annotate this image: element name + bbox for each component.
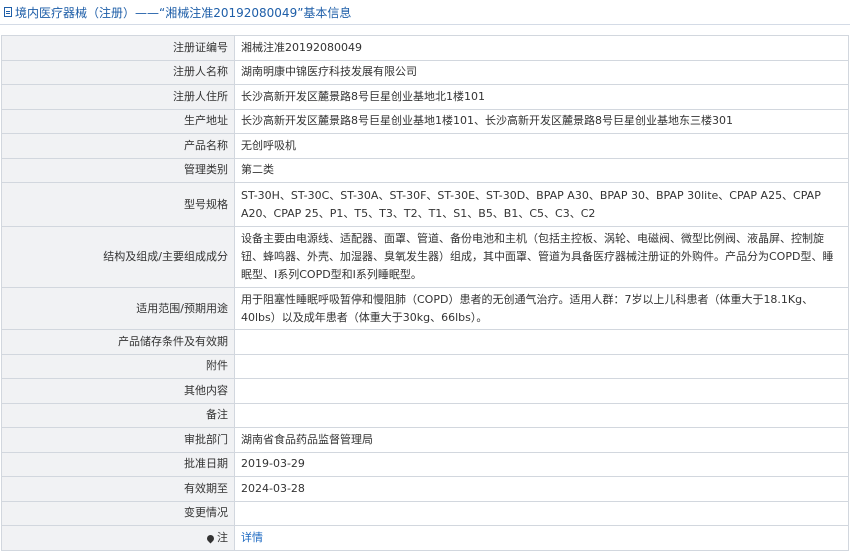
row-label: 生产地址 xyxy=(1,108,235,134)
row-value: 2019-03-29 xyxy=(234,451,849,477)
row-label: 注册人名称 xyxy=(1,59,235,85)
table-row: 管理类别 第二类 xyxy=(1,157,849,183)
row-value: 长沙高新开发区麓景路8号巨星创业基地1楼101、长沙高新开发区麓景路8号巨星创业… xyxy=(234,108,849,134)
table-row: 附件 xyxy=(1,353,849,379)
table-row: 注册证编号 湘械注准20192080049 xyxy=(1,35,849,61)
table-row: 注册人名称 湖南明康中锦医疗科技发展有限公司 xyxy=(1,59,849,85)
page-header: 境内医疗器械（注册）——“湘械注准20192080049”基本信息 xyxy=(0,0,850,25)
row-label: 备注 xyxy=(1,402,235,428)
table-row: 生产地址 长沙高新开发区麓景路8号巨星创业基地1楼101、长沙高新开发区麓景路8… xyxy=(1,108,849,134)
table-row: 备注 xyxy=(1,402,849,428)
row-value: 湘械注准20192080049 xyxy=(234,35,849,61)
table-row: 批准日期 2019-03-29 xyxy=(1,451,849,477)
document-icon xyxy=(4,7,12,17)
row-label: 产品名称 xyxy=(1,133,235,159)
row-value: 长沙高新开发区麓景路8号巨星创业基地北1楼101 xyxy=(234,84,849,110)
row-label: 变更情况 xyxy=(1,500,235,526)
table-row: 变更情况 xyxy=(1,500,849,526)
table-row: 产品名称 无创呼吸机 xyxy=(1,133,849,159)
table-row: 型号规格 ST-30H、ST-30C、ST-30A、ST-30F、ST-30E、… xyxy=(1,182,849,227)
row-label: 审批部门 xyxy=(1,427,235,453)
table-row: 注册人住所 长沙高新开发区麓景路8号巨星创业基地北1楼101 xyxy=(1,84,849,110)
row-label: 产品储存条件及有效期 xyxy=(1,329,235,355)
row-value xyxy=(234,500,849,526)
row-label: 批准日期 xyxy=(1,451,235,477)
row-value: 湖南明康中锦医疗科技发展有限公司 xyxy=(234,59,849,85)
table-row: 有效期至 2024-03-28 xyxy=(1,476,849,502)
row-value: 2024-03-28 xyxy=(234,476,849,502)
note-value-cell: 详情 xyxy=(234,525,849,551)
row-label: 附件 xyxy=(1,353,235,379)
row-label: 注册人住所 xyxy=(1,84,235,110)
row-value: 湖南省食品药品监督管理局 xyxy=(234,427,849,453)
pin-icon xyxy=(205,533,216,544)
row-value xyxy=(234,402,849,428)
row-value: 用于阻塞性睡眠呼吸暂停和慢阻肺（COPD）患者的无创通气治疗。适用人群：7岁以上… xyxy=(234,287,849,330)
table-row: 注 详情 xyxy=(1,525,849,551)
row-value: ST-30H、ST-30C、ST-30A、ST-30F、ST-30E、ST-30… xyxy=(234,182,849,227)
row-label: 型号规格 xyxy=(1,182,235,227)
row-value xyxy=(234,353,849,379)
row-label: 注册证编号 xyxy=(1,35,235,61)
info-table: 注册证编号 湘械注准20192080049 注册人名称 湖南明康中锦医疗科技发展… xyxy=(1,35,849,551)
row-label: 结构及组成/主要组成成分 xyxy=(1,226,235,288)
row-value xyxy=(234,329,849,355)
row-value: 无创呼吸机 xyxy=(234,133,849,159)
table-row: 适用范围/预期用途 用于阻塞性睡眠呼吸暂停和慢阻肺（COPD）患者的无创通气治疗… xyxy=(1,287,849,330)
row-label: 有效期至 xyxy=(1,476,235,502)
table-row: 审批部门 湖南省食品药品监督管理局 xyxy=(1,427,849,453)
table-row: 产品储存条件及有效期 xyxy=(1,329,849,355)
details-link[interactable]: 详情 xyxy=(241,531,263,544)
note-label: 注 xyxy=(217,530,228,544)
table-row: 结构及组成/主要组成成分 设备主要由电源线、适配器、面罩、管道、备份电池和主机（… xyxy=(1,226,849,288)
row-label: 其他内容 xyxy=(1,378,235,404)
row-value: 第二类 xyxy=(234,157,849,183)
table-row: 其他内容 xyxy=(1,378,849,404)
row-value xyxy=(234,378,849,404)
row-label: 管理类别 xyxy=(1,157,235,183)
page-title: 境内医疗器械（注册）——“湘械注准20192080049”基本信息 xyxy=(15,5,352,20)
note-label-cell: 注 xyxy=(1,525,235,551)
row-label: 适用范围/预期用途 xyxy=(1,287,235,330)
row-value: 设备主要由电源线、适配器、面罩、管道、备份电池和主机（包括主控板、涡轮、电磁阀、… xyxy=(234,226,849,288)
